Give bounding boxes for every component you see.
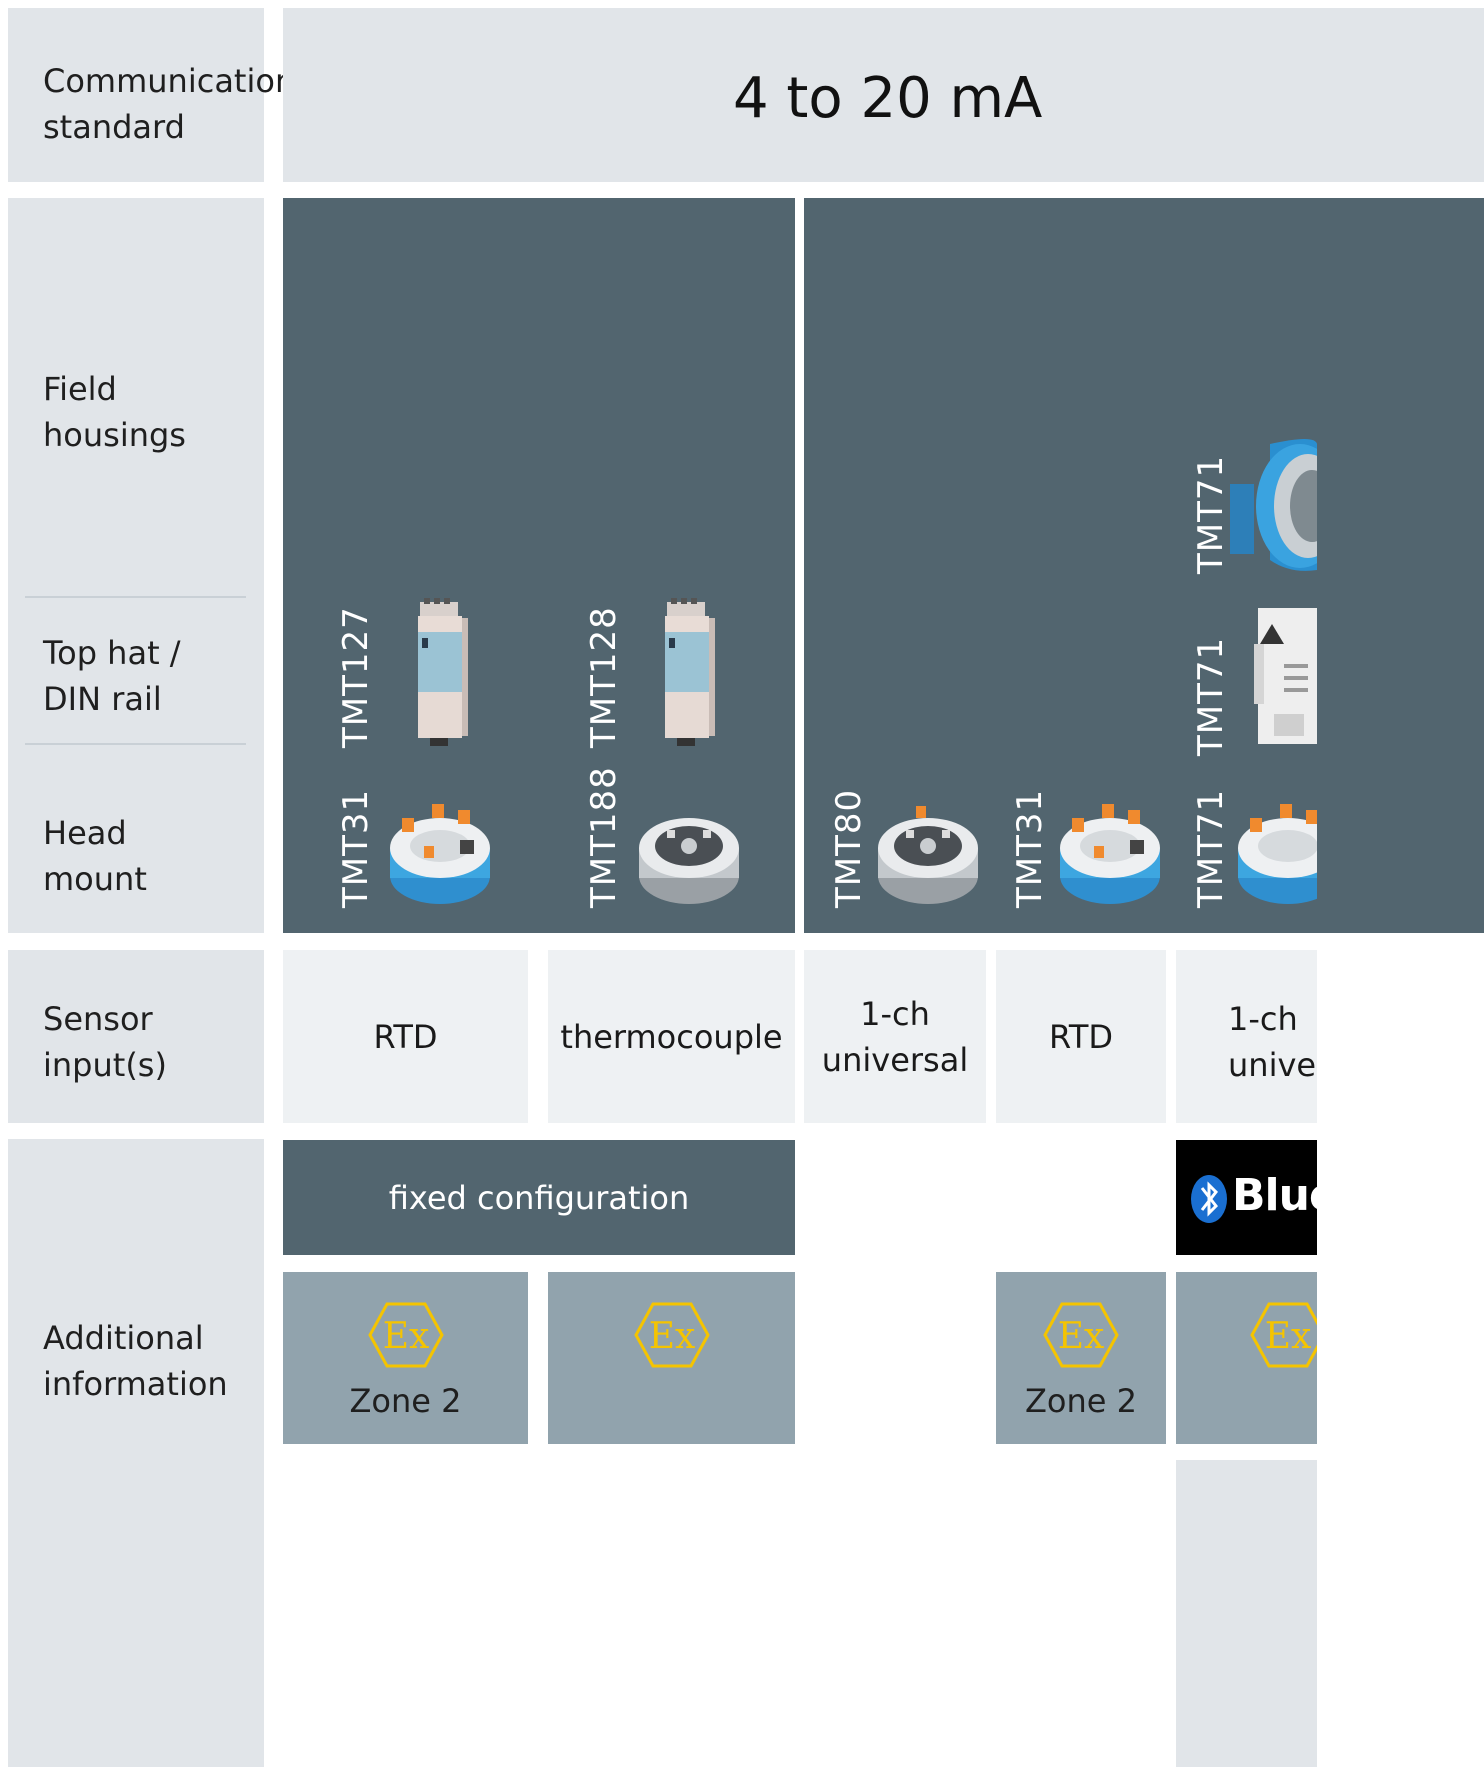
product-label-tmt128: TMT128	[584, 606, 624, 748]
label-tophat: Top hat / DIN rail	[43, 634, 181, 718]
field-housing-device-image	[1230, 439, 1317, 571]
label-communication-cell: Communication standard	[8, 8, 295, 182]
head-mount-device-blue-image	[1238, 804, 1317, 904]
label-communication: Communication standard	[43, 62, 296, 146]
label-sensor-cell: Sensor input(s)	[8, 950, 264, 1123]
svg-text:Ex: Ex	[383, 1316, 430, 1357]
product-label-tmt188: TMT188	[584, 766, 624, 908]
bluetooth-label: Bluetooth	[1232, 1170, 1317, 1221]
sensor-input-cell: RTD	[996, 950, 1166, 1123]
label-head-mount: Head mount	[43, 814, 147, 898]
ex-cell: Ex	[1176, 1272, 1317, 1444]
din-rail-device-image	[665, 598, 715, 746]
product-label-tmt71-field: TMT71	[1191, 454, 1231, 574]
ex-zone-cell: Ex Zone 2	[996, 1272, 1166, 1444]
label-additional-cell: Additional information	[8, 1139, 264, 1767]
separator	[25, 596, 246, 598]
din-rail-device-image	[418, 598, 468, 746]
sensor-input-cell: thermocouple	[548, 950, 795, 1123]
standard-header: 4 to 20 mA	[283, 8, 1484, 182]
svg-text:Ex: Ex	[1058, 1316, 1105, 1357]
din-rail-device-tmt71-image	[1254, 608, 1317, 744]
label-product-cell: Field housings Top hat / DIN rail Head m…	[8, 198, 264, 933]
label-sensor-inputs: Sensor input(s)	[43, 1000, 167, 1084]
standard-title: 4 to 20 mA	[733, 66, 1043, 131]
head-mount-device-grey-image	[639, 818, 739, 904]
label-field-housings: Field housings	[43, 370, 186, 454]
product-label-tmt71-din: TMT71	[1191, 636, 1231, 756]
ex-zone-cell: Ex Zone 2	[283, 1272, 528, 1444]
product-label-tmt80: TMT80	[829, 788, 869, 908]
ex-cell: Ex	[548, 1272, 795, 1444]
ex-hazard-icon: Ex	[1043, 1302, 1119, 1368]
fixed-configuration-label: fixed configuration	[388, 1178, 690, 1217]
head-mount-device-blue-image	[1060, 804, 1160, 904]
product-label-tmt71-head: TMT71	[1191, 788, 1231, 908]
separator	[25, 743, 246, 745]
head-mount-device-blue-image	[390, 804, 490, 904]
bluetooth-icon	[1191, 1175, 1227, 1223]
product-label-tmt127: TMT127	[336, 606, 376, 748]
zone-label: Zone 2	[1025, 1382, 1137, 1420]
sensor-input-label: 1-ch universal	[1228, 1000, 1317, 1084]
product-label-tmt31: TMT31	[336, 788, 376, 908]
sensor-input-cell: 1-ch universal	[804, 950, 986, 1123]
product-label-tmt31: TMT31	[1010, 788, 1050, 908]
sensor-input-cell: 1-ch universal	[1176, 950, 1317, 1123]
head-mount-device-grey-image	[878, 806, 978, 904]
ex-hazard-icon: Ex	[634, 1302, 710, 1368]
sensor-input-cell: RTD	[283, 950, 528, 1123]
svg-text:Ex: Ex	[1265, 1316, 1312, 1357]
svg-text:Ex: Ex	[649, 1316, 696, 1357]
label-additional-info: Additional information	[43, 1319, 228, 1403]
zone-label: Zone 2	[349, 1382, 462, 1420]
ex-hazard-icon: Ex	[1250, 1302, 1317, 1368]
extra-info-cell	[1176, 1460, 1317, 1767]
bluetooth-badge: Bluetooth	[1176, 1140, 1317, 1255]
fixed-configuration-banner: fixed configuration	[283, 1140, 795, 1255]
ex-hazard-icon: Ex	[368, 1302, 444, 1368]
